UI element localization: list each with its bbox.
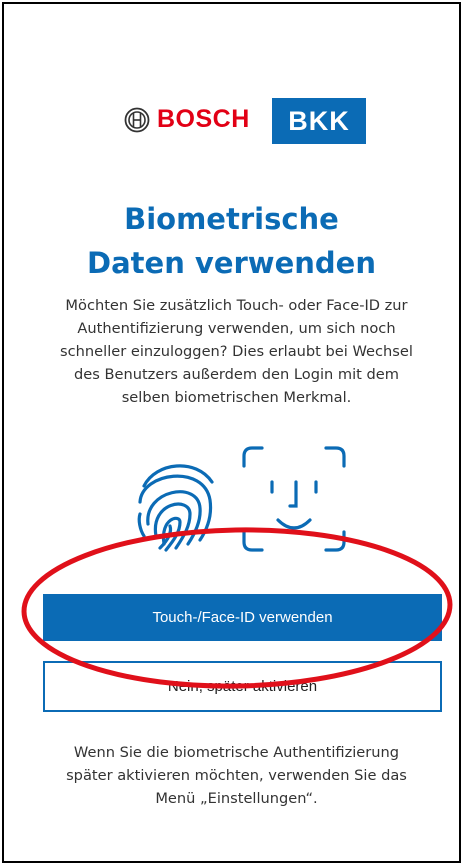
title-line: Biometrische <box>124 202 339 236</box>
description-line: Möchten Sie zusätzlich Touch- oder Face-… <box>65 297 408 314</box>
biometric-illustration <box>137 446 346 552</box>
settings-note: Wenn Sie die biometrische Authentifizier… <box>34 741 439 810</box>
note-line: Wenn Sie die biometrische Authentifizier… <box>73 744 400 761</box>
description-line: schneller einzuloggen? Dies erlaubt bei … <box>60 343 413 360</box>
description-line: selben biometrischen Merkmal. <box>121 389 352 406</box>
description-line: Authentifizierung verwenden, um sich noc… <box>77 320 396 337</box>
activate-later-button[interactable]: Nein, später aktivieren <box>43 661 442 712</box>
description-line: des Benutzers außerdem den Login mit dem <box>73 366 399 383</box>
bkk-wordmark: BKK <box>272 98 366 144</box>
note-line: Menü „Einstellungen“. <box>155 790 318 807</box>
page-title: Biometrische Daten verwenden <box>4 197 459 285</box>
brand-logo: BOSCH BKK <box>4 98 459 148</box>
bosch-wordmark: BOSCH <box>157 105 250 133</box>
description-text: Möchten Sie zusätzlich Touch- oder Face-… <box>34 294 439 409</box>
note-line: später aktivieren möchten, verwenden Sie… <box>66 767 407 784</box>
title-line: Daten verwenden <box>87 246 376 280</box>
fingerprint-icon <box>137 464 214 552</box>
phone-screen: BOSCH BKK Biometrische Daten verwenden M… <box>2 2 461 863</box>
face-id-icon <box>242 446 346 552</box>
bosch-anchor-icon <box>124 107 150 133</box>
use-touch-face-id-button[interactable]: Touch-/Face-ID verwenden <box>43 594 442 641</box>
